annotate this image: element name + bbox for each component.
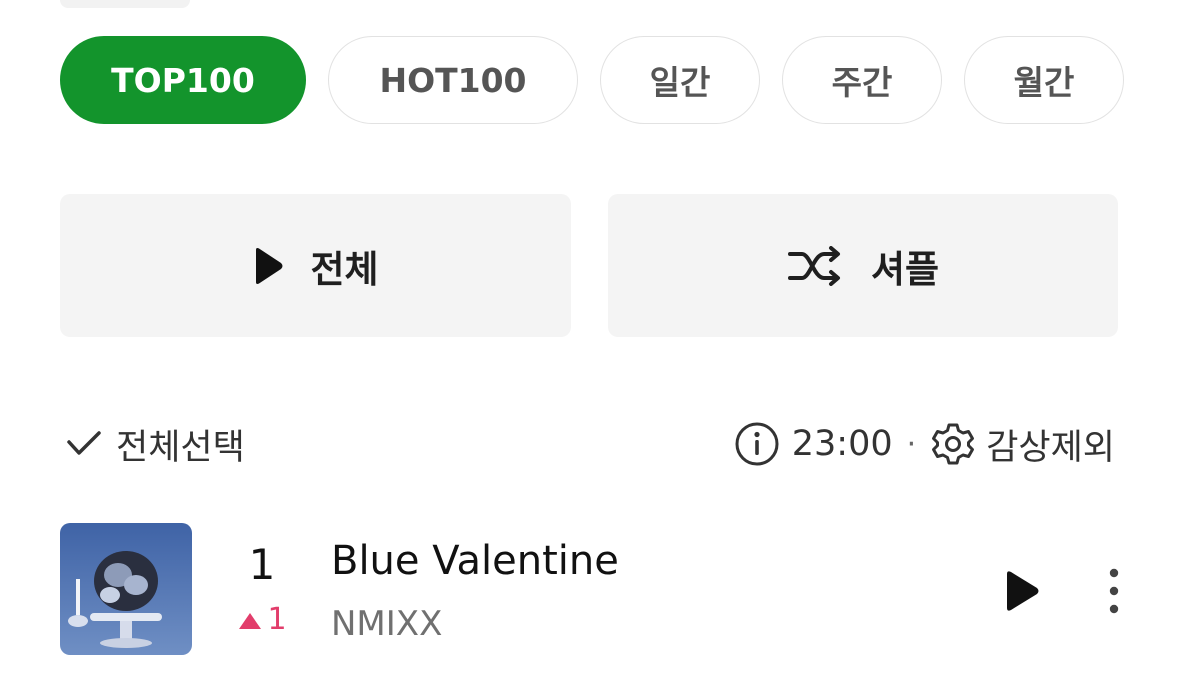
info-icon[interactable] — [734, 421, 780, 467]
gear-icon — [932, 423, 975, 465]
select-all-button[interactable]: 전체선택 — [66, 418, 245, 470]
tab-label: 일간 — [649, 63, 711, 102]
exclude-label: 감상제외 — [986, 427, 1115, 468]
album-art-image — [60, 523, 192, 655]
tab-label: 월간 — [1013, 63, 1075, 102]
track-artist[interactable]: NMIXX — [331, 604, 442, 644]
chart-meta: 23:00 · 감상제외 — [734, 418, 1115, 470]
check-icon — [67, 431, 101, 455]
more-vertical-icon — [1109, 568, 1119, 614]
separator-dot: · — [906, 426, 917, 462]
tab-daily[interactable]: 일간 — [600, 36, 760, 124]
tab-label: 주간 — [831, 63, 893, 102]
track-play-button[interactable] — [1004, 570, 1040, 612]
rank-change-value: 1 — [267, 602, 287, 637]
shuffle-button[interactable]: 셔플 — [608, 194, 1118, 337]
play-all-button[interactable]: 전체 — [60, 194, 571, 337]
track-title[interactable]: Blue Valentine — [331, 538, 619, 584]
exclude-button[interactable]: 감상제외 — [930, 419, 1115, 470]
chart-time: 23:00 — [791, 424, 893, 464]
album-art[interactable] — [60, 523, 192, 655]
play-icon — [1007, 571, 1039, 611]
tab-label: HOT100 — [379, 60, 527, 100]
track-more-button[interactable] — [1100, 566, 1128, 616]
shuffle-icon — [787, 245, 840, 286]
rank-change: 1 — [232, 602, 292, 637]
play-icon — [256, 247, 283, 284]
tab-top100[interactable]: TOP100 — [60, 36, 306, 124]
tab-monthly[interactable]: 월간 — [964, 36, 1124, 124]
track-rank: 1 — [248, 540, 276, 589]
rank-up-icon — [239, 612, 262, 629]
tab-label: TOP100 — [111, 60, 255, 100]
top-scroll-hint — [60, 0, 190, 8]
tab-hot100[interactable]: HOT100 — [328, 36, 578, 124]
shuffle-label: 셔플 — [870, 247, 940, 291]
play-all-label: 전체 — [310, 247, 379, 291]
select-all-label: 전체선택 — [116, 427, 245, 468]
tab-weekly[interactable]: 주간 — [782, 36, 942, 124]
